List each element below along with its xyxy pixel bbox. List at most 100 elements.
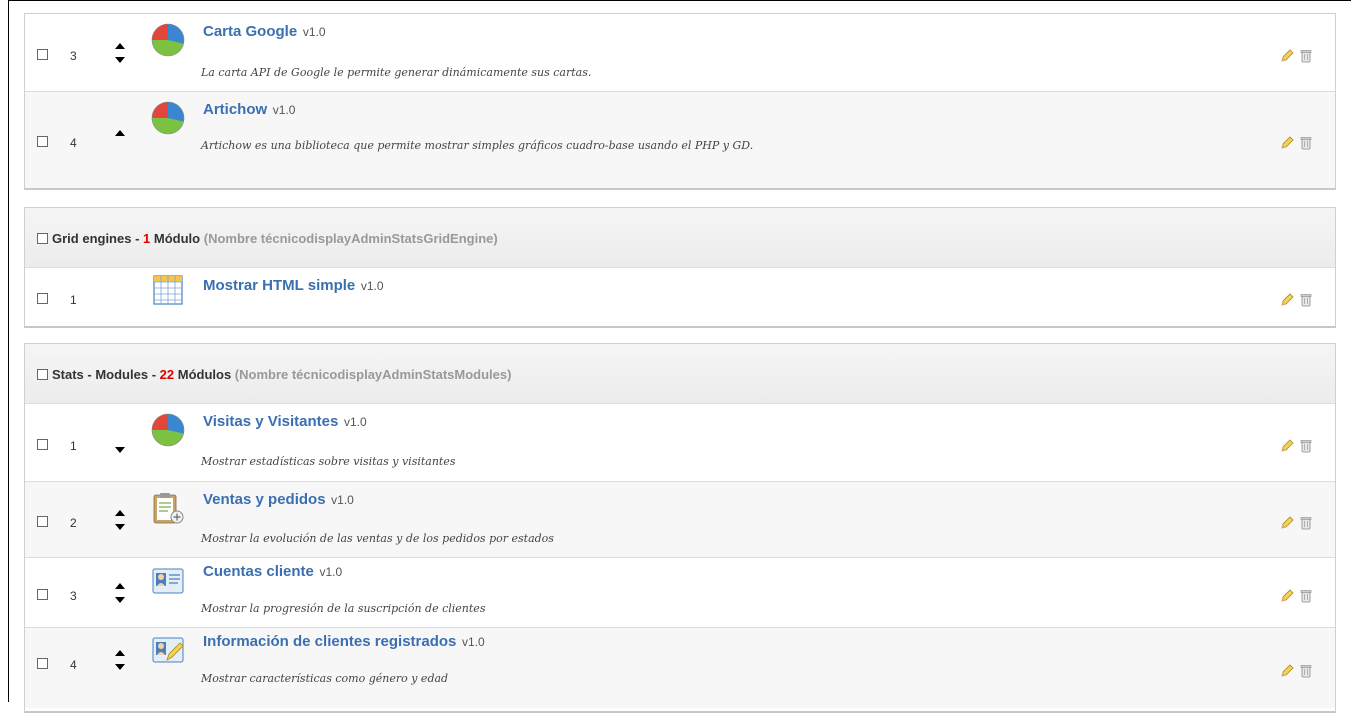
move-arrows	[114, 433, 126, 461]
module-position: 4	[70, 136, 77, 150]
module-version: v1.0	[302, 25, 326, 39]
move-up-icon[interactable]	[115, 42, 125, 49]
module-row: 4 Información de clientes registrados v1…	[25, 628, 1335, 708]
move-arrows	[114, 582, 126, 611]
edit-pencil-icon[interactable]	[1280, 293, 1294, 307]
module-checkbox[interactable]	[37, 438, 48, 450]
id-card-edit-icon	[152, 637, 184, 663]
module-version: v1.0	[272, 103, 296, 117]
move-up-icon[interactable]	[115, 509, 125, 516]
module-title: Ventas y pedidos v1.0	[203, 491, 354, 508]
module-group: Grid engines - 1 Módulo (Nombre técnicod…	[24, 207, 1336, 328]
move-arrows	[114, 650, 126, 678]
edit-pencil-icon[interactable]	[1280, 664, 1294, 678]
group-checkbox[interactable]	[37, 369, 48, 380]
group-title: Grid engines	[52, 231, 132, 246]
module-name-link[interactable]: Mostrar HTML simple	[203, 277, 355, 294]
group-count: 22	[159, 367, 175, 382]
module-description: Mostrar la evolución de las ventas y de …	[201, 532, 554, 545]
module-title: Visitas y Visitantes v1.0	[203, 413, 367, 430]
edit-pencil-icon[interactable]	[1280, 588, 1294, 603]
pie-chart-icon	[151, 101, 185, 135]
module-position: 1	[70, 438, 77, 453]
module-actions	[1280, 664, 1313, 678]
module-title: Cuentas cliente v1.0	[203, 563, 342, 580]
module-position: 3	[70, 588, 77, 603]
module-row: 2 Ventas y pedidos v1.0 Mostrar la evolu…	[25, 482, 1335, 558]
edit-pencil-icon[interactable]	[1280, 515, 1294, 530]
module-name-link[interactable]: Cuentas cliente	[203, 563, 314, 580]
module-actions	[1280, 136, 1313, 150]
move-down-icon[interactable]	[115, 56, 125, 63]
move-down-icon[interactable]	[115, 523, 125, 530]
pie-chart-icon	[151, 23, 185, 57]
group-header: Stats - Modules - 22 Módulos (Nombre téc…	[25, 344, 1335, 404]
module-checkbox[interactable]	[37, 658, 48, 669]
module-position: 4	[70, 658, 77, 672]
group-title: Stats - Modules	[52, 367, 149, 382]
group-count: 1	[143, 231, 151, 246]
module-name-link[interactable]: Carta Google	[203, 23, 297, 40]
edit-pencil-icon[interactable]	[1280, 48, 1294, 63]
move-up-icon[interactable]	[115, 582, 125, 589]
module-actions	[1280, 48, 1313, 63]
delete-trash-icon[interactable]	[1299, 664, 1313, 678]
delete-trash-icon[interactable]	[1299, 589, 1313, 603]
delete-trash-icon[interactable]	[1299, 439, 1313, 453]
module-version: v1.0	[343, 415, 367, 429]
module-group: 3 Carta Google v1.0 La carta API de Goog…	[24, 13, 1336, 190]
edit-pencil-icon[interactable]	[1280, 438, 1294, 453]
module-version: v1.0	[462, 635, 485, 649]
module-actions	[1280, 293, 1313, 307]
module-version: v1.0	[319, 565, 343, 579]
id-card-icon	[152, 568, 184, 594]
clipboard-icon	[153, 493, 184, 524]
delete-trash-icon[interactable]	[1299, 516, 1313, 530]
page-left-border	[8, 0, 9, 702]
module-row: 1 Visitas y Visitantes v1.0 Mostrar esta…	[25, 404, 1335, 482]
module-version: v1.0	[331, 493, 354, 507]
module-name-link[interactable]: Artichow	[203, 101, 267, 118]
delete-trash-icon[interactable]	[1299, 49, 1313, 63]
module-actions	[1280, 438, 1313, 453]
group-count-label: Módulos	[177, 367, 232, 382]
module-title: Mostrar HTML simple v1.0	[203, 277, 384, 294]
module-title: Carta Google v1.0	[203, 23, 326, 40]
module-checkbox[interactable]	[37, 515, 48, 527]
module-checkbox[interactable]	[37, 293, 48, 304]
module-row: 4 Artichow v1.0 Artichow es una bibliote…	[25, 92, 1335, 188]
move-arrows	[114, 42, 126, 71]
module-version: v1.0	[360, 279, 384, 293]
module-name-link[interactable]: Información de clientes registrados	[203, 633, 456, 650]
module-position: 1	[70, 293, 77, 307]
module-checkbox[interactable]	[37, 136, 48, 147]
module-description: Mostrar estadísticas sobre visitas y vis…	[201, 455, 456, 468]
move-up-icon[interactable]	[115, 130, 125, 136]
module-name-link[interactable]: Ventas y pedidos	[203, 491, 326, 508]
module-row: 1 Mostrar HTML simple v1.0	[25, 268, 1335, 326]
table-grid-icon	[153, 275, 183, 305]
move-up-icon[interactable]	[115, 650, 125, 656]
delete-trash-icon[interactable]	[1299, 136, 1313, 150]
move-arrows	[114, 130, 126, 158]
edit-pencil-icon[interactable]	[1280, 136, 1294, 150]
module-position: 2	[70, 515, 77, 530]
group-tech-name: (Nombre técnicodisplayAdminStatsGridEngi…	[203, 231, 498, 246]
delete-trash-icon[interactable]	[1299, 293, 1313, 307]
module-name-link[interactable]: Visitas y Visitantes	[203, 413, 338, 430]
module-position: 3	[70, 48, 77, 63]
move-down-icon[interactable]	[115, 596, 125, 603]
module-actions	[1280, 515, 1313, 530]
pie-chart-icon	[151, 413, 185, 447]
group-checkbox[interactable]	[37, 233, 48, 244]
move-down-icon[interactable]	[115, 446, 125, 453]
move-arrows	[114, 509, 126, 538]
module-actions	[1280, 588, 1313, 603]
module-checkbox[interactable]	[37, 588, 48, 600]
module-description: Mostrar características como género y ed…	[201, 672, 449, 685]
module-row: 3 Carta Google v1.0 La carta API de Goog…	[25, 14, 1335, 92]
group-count-label: Módulo	[153, 231, 201, 246]
move-down-icon[interactable]	[115, 664, 125, 670]
module-checkbox[interactable]	[37, 48, 48, 60]
module-title: Artichow v1.0	[203, 101, 295, 118]
